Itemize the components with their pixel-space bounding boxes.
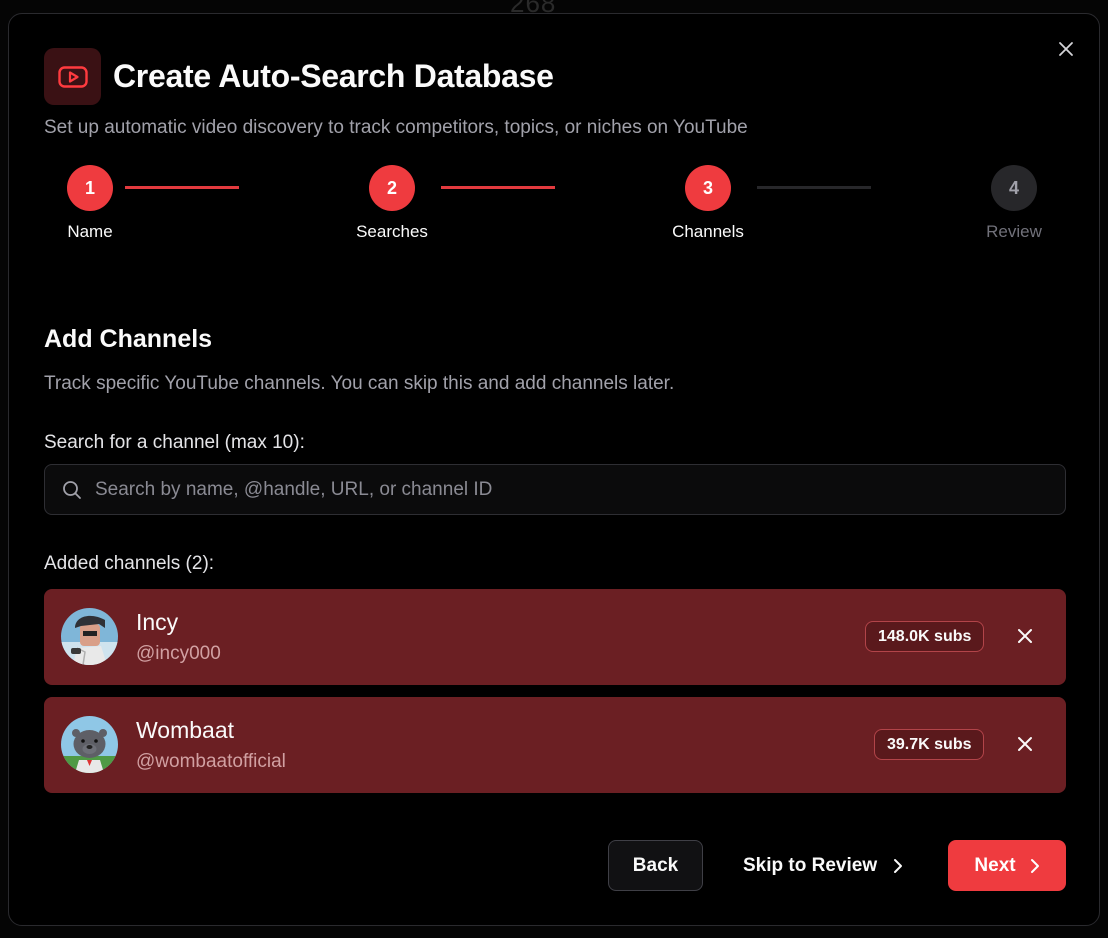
channel-name: Wombaat	[136, 717, 235, 743]
search-label: Search for a channel (max 10):	[44, 432, 305, 453]
close-icon	[1059, 42, 1073, 56]
step-label: Searches	[356, 222, 428, 241]
channel-search-input[interactable]	[95, 465, 1065, 514]
channel-handle: @incy000	[136, 643, 221, 664]
channel-handle: @wombaatofficial	[136, 751, 286, 772]
back-button[interactable]: Back	[608, 840, 703, 891]
search-icon	[61, 479, 83, 501]
added-channels-label: Added channels (2):	[44, 553, 215, 574]
channel-card: Wombaat @wombaatofficial 39.7K subs	[44, 697, 1066, 793]
step-name[interactable]: 1 Name	[67, 165, 113, 242]
subs-badge: 148.0K subs	[865, 621, 985, 652]
close-button[interactable]	[1055, 38, 1077, 60]
step-label: Review	[986, 222, 1042, 241]
dialog-title: Create Auto-Search Database	[113, 58, 554, 94]
section-title: Add Channels	[44, 325, 213, 353]
avatar	[61, 716, 118, 773]
next-label: Next	[974, 854, 1016, 876]
step-label: Channels	[672, 222, 744, 241]
step-number: 1	[67, 165, 113, 211]
section-description: Track specific YouTube channels. You can…	[44, 373, 675, 394]
channel-card: Incy @incy000 148.0K subs	[44, 589, 1066, 685]
close-icon	[1018, 737, 1032, 751]
remove-channel-button[interactable]	[1014, 733, 1036, 755]
remove-channel-button[interactable]	[1014, 625, 1036, 647]
step-connector	[757, 186, 871, 189]
next-button[interactable]: Next	[948, 840, 1066, 891]
step-review[interactable]: 4 Review	[986, 165, 1042, 242]
chevron-right-icon	[1030, 858, 1039, 873]
step-connector	[441, 186, 555, 189]
step-number: 4	[991, 165, 1037, 211]
chevron-right-icon	[894, 858, 903, 873]
skip-to-review-button[interactable]: Skip to Review	[729, 840, 917, 891]
channel-name: Incy	[136, 609, 179, 635]
step-searches[interactable]: 2 Searches	[356, 165, 428, 242]
step-connector	[125, 186, 239, 189]
dialog-subtitle: Set up automatic video discovery to trac…	[44, 117, 748, 138]
skip-label: Skip to Review	[743, 854, 878, 876]
step-channels[interactable]: 3 Channels	[672, 165, 744, 242]
step-number: 2	[369, 165, 415, 211]
channel-search-box[interactable]	[44, 464, 1066, 515]
step-label: Name	[67, 222, 113, 241]
step-number: 3	[685, 165, 731, 211]
close-icon	[1018, 629, 1032, 643]
avatar	[61, 608, 118, 665]
dialog-logo	[44, 48, 101, 105]
create-database-dialog: Create Auto-Search Database Set up autom…	[8, 13, 1100, 926]
youtube-play-icon	[57, 65, 88, 88]
subs-badge: 39.7K subs	[874, 729, 985, 760]
